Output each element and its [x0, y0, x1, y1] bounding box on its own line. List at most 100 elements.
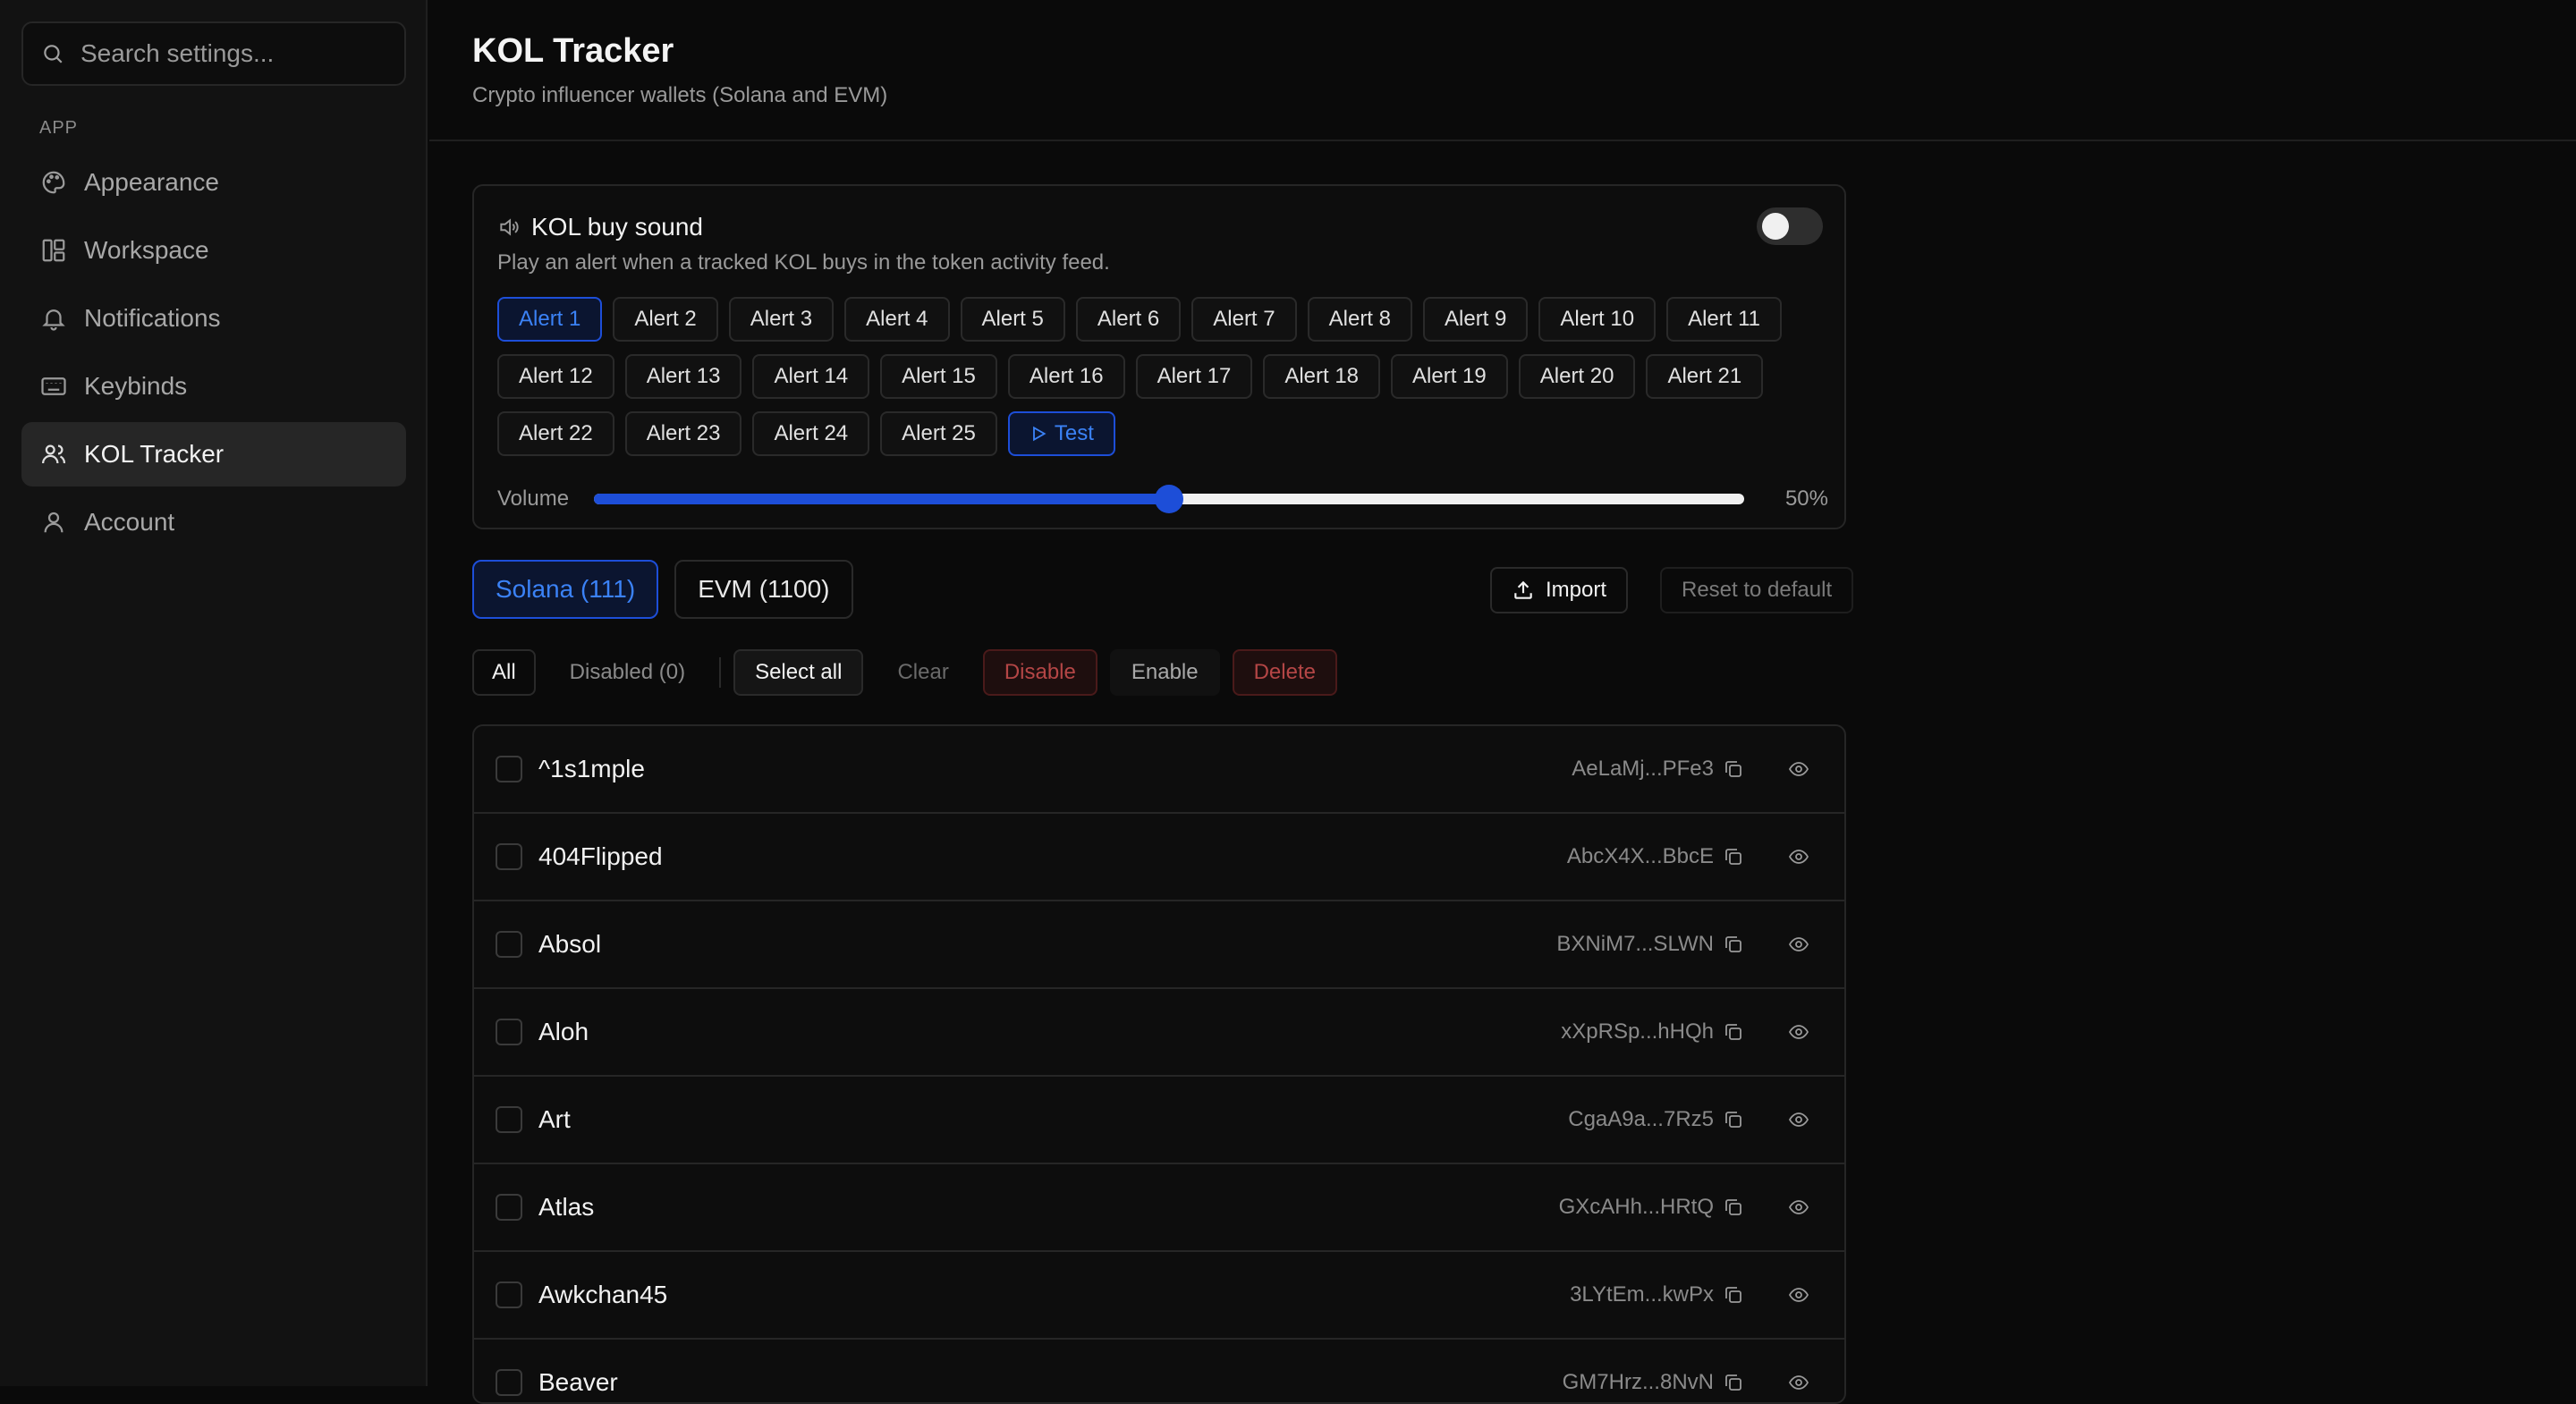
wallet-address: GXcAHh...HRtQ [1558, 1195, 1714, 1219]
alert-9-button[interactable]: Alert 9 [1423, 297, 1529, 342]
copy-icon[interactable] [1723, 1109, 1744, 1130]
disable-button[interactable]: Disable [982, 649, 1097, 696]
filter-disabled-button[interactable]: Disabled (0) [548, 649, 707, 696]
row-checkbox[interactable] [496, 1106, 522, 1133]
wallet-address: GM7Hrz...8NvN [1562, 1370, 1714, 1394]
enable-button[interactable]: Enable [1109, 649, 1220, 696]
sidebar-item-account[interactable]: Account [21, 490, 406, 554]
volume-thumb[interactable] [1155, 485, 1183, 513]
page-header: KOL Tracker Crypto influencer wallets (S… [472, 32, 887, 108]
eye-icon[interactable] [1787, 934, 1810, 955]
reset-to-default-button[interactable]: Reset to default [1660, 567, 1854, 613]
sidebar-item-kol-tracker[interactable]: KOL Tracker [21, 422, 406, 486]
alert-22-button[interactable]: Alert 22 [497, 411, 614, 456]
row-checkbox[interactable] [496, 1281, 522, 1308]
alert-row: Alert 22 Alert 23 Alert 24 Alert 25 Test [497, 411, 1830, 456]
sound-description: Play an alert when a tracked KOL buys in… [497, 250, 1110, 275]
alert-10-button[interactable]: Alert 10 [1538, 297, 1657, 342]
alert-14-button[interactable]: Alert 14 [752, 354, 870, 399]
kol-name: Atlas [538, 1193, 595, 1221]
alert-7-button[interactable]: Alert 7 [1191, 297, 1297, 342]
alert-12-button[interactable]: Alert 12 [497, 354, 614, 399]
copy-icon[interactable] [1723, 1021, 1744, 1043]
header-divider [429, 140, 2576, 141]
alert-6-button[interactable]: Alert 6 [1075, 297, 1182, 342]
volume-slider[interactable] [594, 485, 1744, 513]
wallet-address: BXNiM7...SLWN [1556, 932, 1714, 956]
row-checkbox[interactable] [496, 931, 522, 958]
sidebar-item-appearance[interactable]: Appearance [21, 150, 406, 215]
clear-button[interactable]: Clear [876, 649, 970, 696]
row-checkbox[interactable] [496, 1369, 522, 1396]
row-checkbox[interactable] [496, 756, 522, 782]
wallet-address: AeLaMj...PFe3 [1572, 757, 1714, 781]
page-title: KOL Tracker [472, 32, 674, 70]
alert-15-button[interactable]: Alert 15 [880, 354, 997, 399]
sidebar-nav: Appearance Workspace Notifications Keybi… [21, 150, 406, 558]
search-input[interactable] [79, 38, 404, 69]
eye-icon[interactable] [1787, 1021, 1810, 1043]
eye-icon[interactable] [1787, 1197, 1810, 1218]
sound-toggle[interactable] [1757, 207, 1823, 245]
eye-icon[interactable] [1787, 1372, 1810, 1393]
sidebar-item-notifications[interactable]: Notifications [21, 286, 406, 351]
list-item: Beaver GM7Hrz...8NvN [474, 1340, 1844, 1402]
alert-18-button[interactable]: Alert 18 [1263, 354, 1381, 399]
alert-21-button[interactable]: Alert 21 [1646, 354, 1764, 399]
user-icon [38, 506, 70, 538]
copy-icon[interactable] [1723, 1284, 1744, 1306]
list-item: Absol BXNiM7...SLWN [474, 901, 1844, 989]
kol-name: Aloh [538, 1018, 589, 1045]
copy-icon[interactable] [1723, 1372, 1744, 1393]
alert-13-button[interactable]: Alert 13 [624, 354, 742, 399]
speaker-icon [500, 218, 519, 236]
volume-value: 50% [1784, 486, 1828, 511]
select-all-button[interactable]: Select all [733, 649, 864, 696]
alert-25-button[interactable]: Alert 25 [880, 411, 997, 456]
alert-2-button[interactable]: Alert 2 [613, 297, 718, 342]
alert-row: Alert 1 Alert 2 Alert 3 Alert 4 Alert 5 … [497, 297, 1830, 342]
row-checkbox[interactable] [496, 1194, 522, 1221]
sidebar-item-workspace[interactable]: Workspace [21, 218, 406, 283]
alert-16-button[interactable]: Alert 16 [1007, 354, 1125, 399]
chain-tabs: Solana (111) EVM (1100) [472, 560, 869, 619]
alert-19-button[interactable]: Alert 19 [1391, 354, 1508, 399]
eye-icon[interactable] [1787, 758, 1810, 780]
filter-bar: All Disabled (0) Select all Clear Disabl… [472, 649, 1350, 696]
eye-icon[interactable] [1787, 1109, 1810, 1130]
copy-icon[interactable] [1723, 934, 1744, 955]
copy-icon[interactable] [1723, 1197, 1744, 1218]
tab-evm[interactable]: EVM (1100) [674, 560, 853, 619]
import-button[interactable]: Import [1490, 567, 1629, 613]
search-box[interactable] [21, 21, 406, 86]
alert-8-button[interactable]: Alert 8 [1307, 297, 1412, 342]
test-sound-button[interactable]: Test [1007, 411, 1115, 456]
volume-row: Volume 50% [497, 481, 1828, 517]
alert-24-button[interactable]: Alert 24 [752, 411, 870, 456]
alert-3-button[interactable]: Alert 3 [728, 297, 835, 342]
copy-icon[interactable] [1723, 846, 1744, 867]
alert-23-button[interactable]: Alert 23 [624, 411, 742, 456]
volume-fill [594, 494, 1169, 504]
filter-all-button[interactable]: All [472, 649, 536, 696]
sidebar-item-keybinds[interactable]: Keybinds [21, 354, 406, 419]
row-checkbox[interactable] [496, 843, 522, 870]
alert-17-button[interactable]: Alert 17 [1135, 354, 1253, 399]
alert-1-button[interactable]: Alert 1 [497, 297, 603, 342]
wallet-address: 3LYtEm...kwPx [1570, 1282, 1714, 1307]
tab-solana[interactable]: Solana (111) [472, 560, 659, 619]
alert-11-button[interactable]: Alert 11 [1666, 297, 1783, 342]
eye-icon[interactable] [1787, 1284, 1810, 1306]
kol-name: Art [538, 1105, 571, 1133]
row-checkbox[interactable] [496, 1019, 522, 1045]
sidebar-item-label: Keybinds [84, 372, 188, 400]
alert-5-button[interactable]: Alert 5 [960, 297, 1065, 342]
eye-icon[interactable] [1787, 846, 1810, 867]
alert-4-button[interactable]: Alert 4 [844, 297, 950, 342]
delete-button[interactable]: Delete [1232, 649, 1337, 696]
filter-divider [719, 657, 722, 688]
copy-icon[interactable] [1723, 758, 1744, 780]
main-panel: KOL Tracker Crypto influencer wallets (S… [429, 0, 2576, 1404]
list-item: ^1s1mple AeLaMj...PFe3 [474, 726, 1844, 814]
alert-20-button[interactable]: Alert 20 [1518, 354, 1636, 399]
